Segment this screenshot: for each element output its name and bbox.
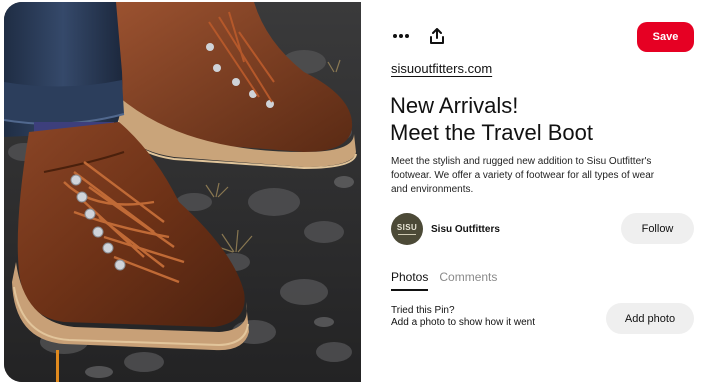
pin-image[interactable] bbox=[4, 2, 361, 382]
follow-button[interactable]: Follow bbox=[621, 213, 694, 244]
pin-title-line-1: New Arrivals! bbox=[390, 93, 519, 118]
more-icon[interactable] bbox=[391, 26, 411, 46]
tab-photos[interactable]: Photos bbox=[391, 270, 429, 291]
tried-pin-subtext: Add a photo to show how it went bbox=[391, 317, 535, 328]
tried-pin-prompt: Tried this Pin? Add a photo to show how … bbox=[391, 305, 535, 329]
share-icon[interactable] bbox=[427, 26, 447, 46]
avatar-logo-text: SISU bbox=[396, 222, 418, 232]
avatar-logo-rule bbox=[398, 233, 416, 235]
save-button[interactable]: Save bbox=[637, 22, 694, 52]
source-link[interactable]: sisuoutfitters.com bbox=[391, 61, 492, 76]
tried-pin-heading: Tried this Pin? bbox=[391, 305, 455, 316]
boots-photo bbox=[4, 2, 361, 382]
pin-toolbar bbox=[391, 26, 447, 46]
creator-row: SISU Sisu Outfitters bbox=[391, 213, 500, 245]
avatar[interactable]: SISU bbox=[391, 213, 423, 245]
pin-details-panel: Save sisuoutfitters.com New Arrivals! Me… bbox=[361, 0, 711, 384]
creator-name[interactable]: Sisu Outfitters bbox=[431, 224, 500, 235]
pin-description: Meet the stylish and rugged new addition… bbox=[391, 156, 655, 195]
pin-title-line-2: Meet the Travel Boot bbox=[390, 120, 593, 145]
pin-title: New Arrivals! Meet the Travel Boot bbox=[390, 92, 690, 146]
tab-comments[interactable]: Comments bbox=[439, 270, 497, 291]
add-photo-button[interactable]: Add photo bbox=[606, 303, 694, 334]
pin-card: Save sisuoutfitters.com New Arrivals! Me… bbox=[0, 0, 711, 384]
pin-tabs: Photos Comments bbox=[391, 270, 497, 291]
